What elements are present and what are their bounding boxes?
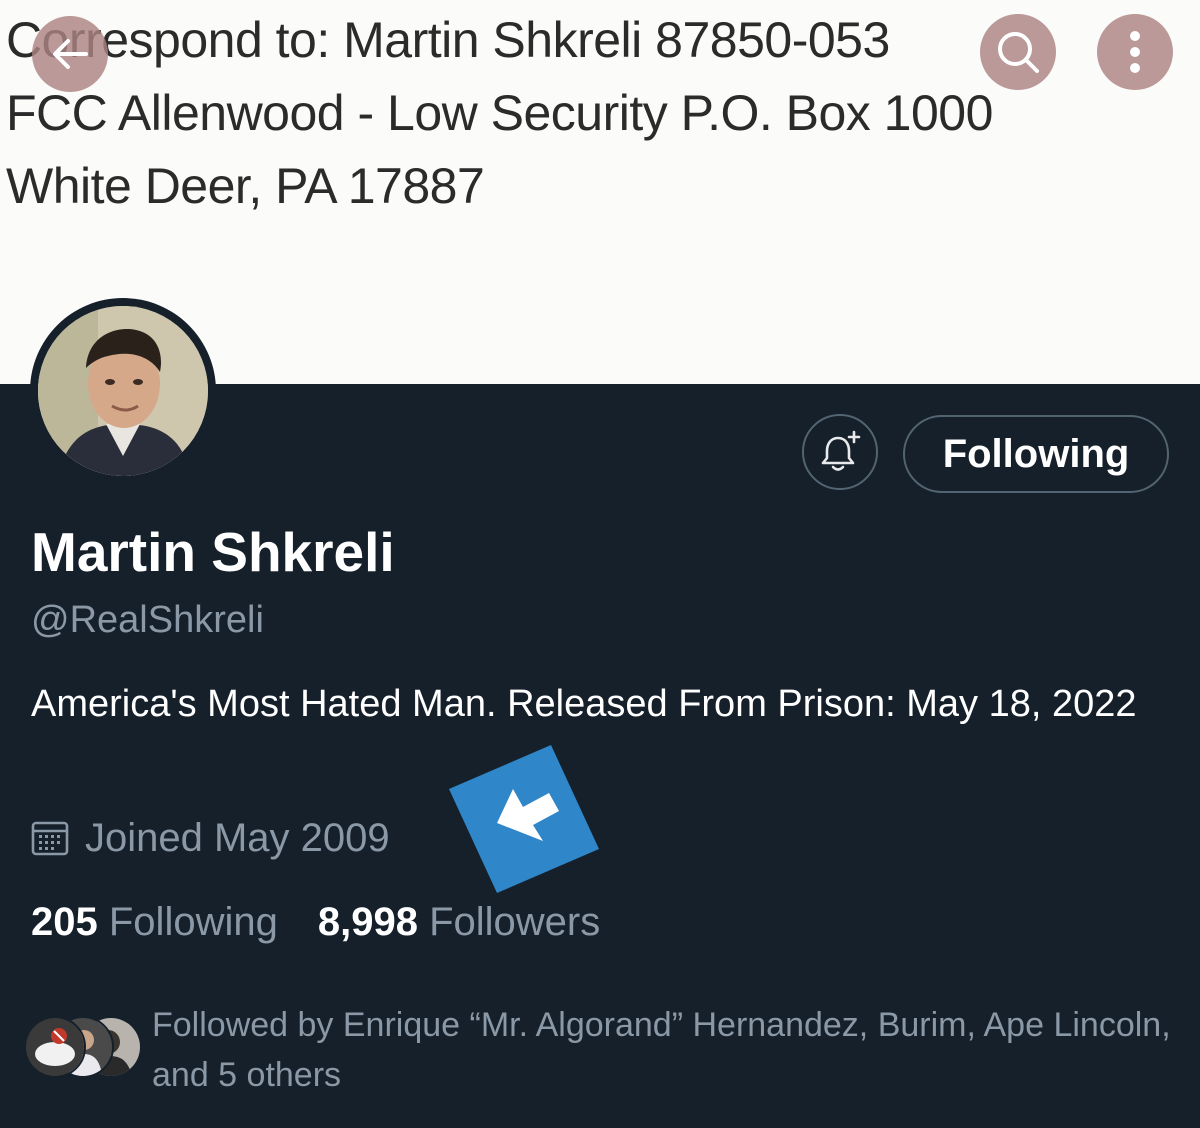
more-vertical-icon [1130,31,1140,73]
avatar-photo [38,306,208,476]
notifications-button[interactable] [802,414,878,490]
calendar-icon [31,820,69,856]
following-stat-label: Following [108,900,278,944]
banner-line-3: White Deer, PA 17887 [6,158,485,214]
followed-by-avatars [24,1016,144,1080]
banner-line-1: Correspond to: Martin Shkreli 87850-053 [6,12,890,68]
followed-by-text: Followed by Enrique “Mr. Algorand” Herna… [152,1006,1171,1094]
more-button[interactable] [1097,14,1173,90]
joined-date: Joined May 2009 [31,814,390,862]
followed-by-section[interactable]: Followed by Enrique “Mr. Algorand” Herna… [24,1000,1184,1100]
profile-bio: America's Most Hated Man. Released From … [31,683,1137,725]
followers-stat-label: Followers [429,900,601,944]
pointer-arrow-icon [449,745,599,893]
followers-stat[interactable]: 8,998 Followers [318,900,600,944]
profile-avatar[interactable] [30,298,216,484]
following-button[interactable]: Following [903,415,1169,493]
banner-text: Correspond to: Martin Shkreli 87850-053 … [6,4,993,223]
search-button[interactable] [980,14,1056,90]
follow-stats: 205 Following 8,998 Followers [31,896,600,948]
following-count: 205 [31,900,98,944]
followers-count: 8,998 [317,900,418,944]
banner-line-2: FCC Allenwood - Low Security P.O. Box 10… [6,85,993,141]
profile-name: Martin Shkreli [31,521,395,583]
profile-handle: @RealShkreli [31,599,264,641]
joined-label: Joined May 2009 [85,816,390,860]
search-icon [998,32,1039,73]
arrow-left-icon [53,39,88,69]
back-button[interactable] [32,16,108,92]
following-stat[interactable]: 205 Following [31,900,278,944]
bell-plus-icon [821,430,861,471]
avatar [24,1016,86,1078]
